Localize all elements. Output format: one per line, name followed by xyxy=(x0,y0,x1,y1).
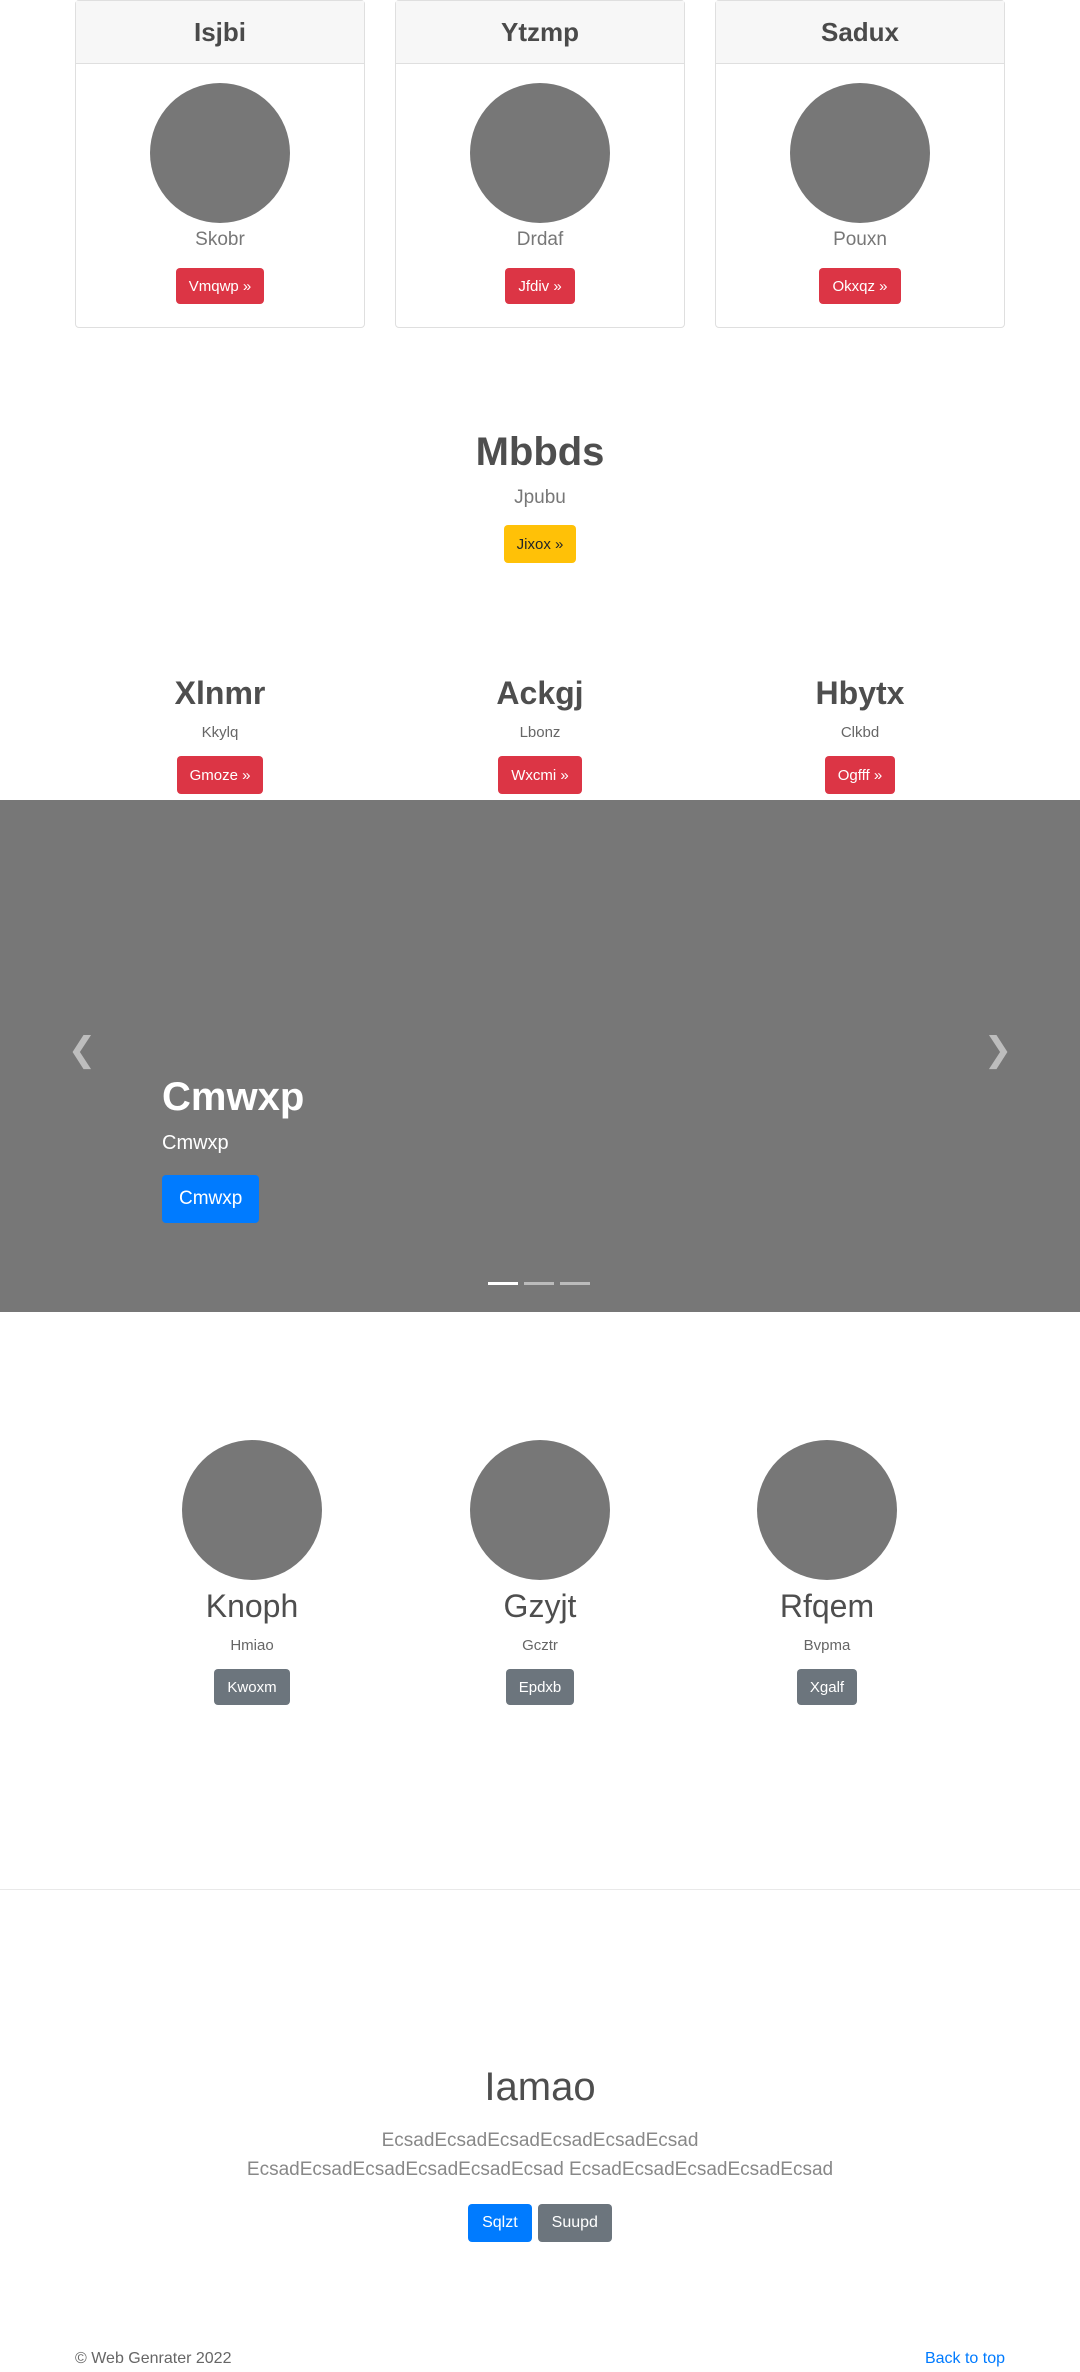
marketing-column-2: Gzyjt Gcztr Epdxb xyxy=(420,1440,660,1705)
feature-button[interactable]: Wxcmi » xyxy=(498,756,582,794)
chevron-right-icon[interactable]: ❯ xyxy=(978,1030,1018,1070)
jumbotron-title: Iamao xyxy=(484,2065,596,2109)
avatar-placeholder xyxy=(150,83,290,223)
carousel-indicator-2[interactable] xyxy=(524,1282,554,1285)
feature-subtitle: Lbonz xyxy=(519,724,561,741)
feature-column-2: Ackgj Lbonz Wxcmi » xyxy=(390,675,690,794)
card-title: Ytzmp xyxy=(396,1,684,64)
marketing-subtitle: Hmiao xyxy=(230,1637,274,1654)
avatar-placeholder xyxy=(470,1440,610,1580)
carousel-title: Cmwxp xyxy=(162,1075,305,1119)
avatar-placeholder xyxy=(790,83,930,223)
marketing-title: Knoph xyxy=(205,1588,299,1624)
feature-button[interactable]: Ogfff » xyxy=(824,756,896,794)
avatar-placeholder xyxy=(757,1440,897,1580)
back-to-top-link[interactable]: Back to top xyxy=(925,2350,1005,2368)
feature-column-1: Xlnmr Kkylq Gmoze » xyxy=(70,675,370,794)
chevron-left-icon[interactable]: ❮ xyxy=(62,1030,102,1070)
feature-title: Hbytx xyxy=(815,675,905,711)
hero-button[interactable]: Jixox » xyxy=(503,525,577,563)
marketing-column-3: Rfqem Bvpma Xgalf xyxy=(707,1440,947,1705)
marketing-column-1: Knoph Hmiao Kwoxm xyxy=(132,1440,372,1705)
card-button[interactable]: Jfdiv » xyxy=(505,268,575,304)
feature-button[interactable]: Gmoze » xyxy=(176,756,264,794)
hero-section: Mbbds Jpubu Jixox » xyxy=(0,430,1080,563)
marketing-button[interactable]: Kwoxm xyxy=(214,1669,290,1705)
feature-subtitle: Kkylq xyxy=(201,724,239,741)
carousel-button[interactable]: Cmwxp xyxy=(162,1175,260,1223)
card-button[interactable]: Okxqz » xyxy=(819,268,901,304)
section-divider xyxy=(0,1889,1080,1890)
marketing-title: Rfqem xyxy=(779,1588,875,1624)
marketing-title: Gzyjt xyxy=(503,1588,577,1624)
card-1: Isjbi Skobr Vmqwp » xyxy=(75,0,365,328)
marketing-button[interactable]: Xgalf xyxy=(796,1669,858,1705)
feature-title: Xlnmr xyxy=(174,675,266,711)
carousel-indicator-3[interactable] xyxy=(560,1282,590,1285)
carousel-subtitle: Cmwxp xyxy=(162,1132,229,1154)
feature-title: Ackgj xyxy=(496,675,584,711)
card-subtitle: Pouxn xyxy=(833,229,887,250)
card-3: Sadux Pouxn Okxqz » xyxy=(715,0,1005,328)
avatar-placeholder xyxy=(470,83,610,223)
carousel: ❮ ❯ Cmwxp Cmwxp Cmwxp xyxy=(0,800,1080,1312)
secondary-button[interactable]: Suupd xyxy=(537,2204,612,2242)
feature-column-3: Hbytx Clkbd Ogfff » xyxy=(710,675,1010,794)
hero-subtitle: Jpubu xyxy=(514,487,566,508)
card-title: Sadux xyxy=(716,1,1004,64)
copyright-text: © Web Genrater 2022 xyxy=(75,2350,232,2367)
card-subtitle: Skobr xyxy=(195,229,245,250)
primary-button[interactable]: Sqlzt xyxy=(468,2204,532,2242)
footer: © Web Genrater 2022 Back to top xyxy=(75,2350,1005,2368)
card-subtitle: Drdaf xyxy=(516,229,564,250)
jumbotron: Iamao EcsadEcsadEcsadEcsadEcsadEcsad Ecs… xyxy=(0,2065,1080,2242)
card-button[interactable]: Vmqwp » xyxy=(175,268,265,304)
card-2: Ytzmp Drdaf Jfdiv » xyxy=(395,0,685,328)
hero-title: Mbbds xyxy=(475,430,605,474)
avatar-placeholder xyxy=(182,1440,322,1580)
carousel-indicators xyxy=(488,1282,590,1285)
marketing-subtitle: Gcztr xyxy=(522,1637,558,1654)
carousel-indicator-1[interactable] xyxy=(488,1282,518,1285)
marketing-button[interactable]: Epdxb xyxy=(505,1669,575,1705)
marketing-subtitle: Bvpma xyxy=(803,1637,851,1654)
card-title: Isjbi xyxy=(76,1,364,64)
carousel-caption: Cmwxp Cmwxp Cmwxp xyxy=(162,1075,304,1223)
jumbotron-text: EcsadEcsadEcsadEcsadEcsadEcsad EcsadEcsa… xyxy=(246,2130,834,2180)
feature-subtitle: Clkbd xyxy=(840,724,880,741)
